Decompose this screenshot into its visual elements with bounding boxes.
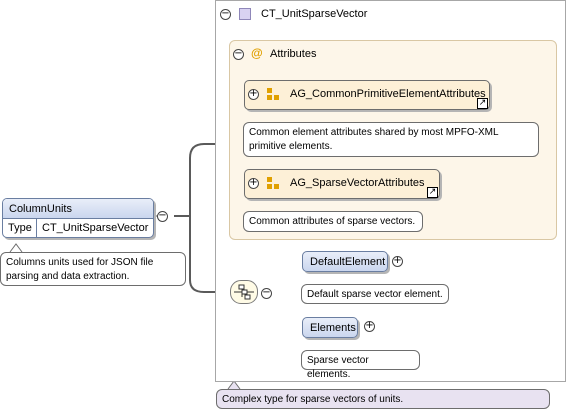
sequence-glyph — [234, 284, 254, 300]
root-element-columnunits[interactable]: ColumnUnits Type CT_UnitSparseVector — [2, 198, 154, 238]
link-arrow-icon[interactable]: ↗ — [427, 187, 438, 198]
attribute-group-name: AG_SparseVectorAttributes — [290, 177, 425, 189]
sequence-collapse-toggle[interactable]: − — [261, 288, 272, 299]
complex-type-documentation: Complex type for sparse vectors of units… — [216, 389, 550, 409]
attribute-group-documentation: Common attributes of sparse vectors. — [243, 211, 423, 232]
element-defaultelement[interactable]: DefaultElement — [302, 251, 388, 272]
element-expand-toggle[interactable]: + — [364, 321, 375, 332]
attribute-group-icon — [267, 177, 279, 189]
root-element-collapse-toggle[interactable]: − — [157, 211, 168, 222]
complex-type-name: CT_UnitSparseVector — [261, 8, 368, 20]
attributes-collapse-toggle[interactable]: − — [233, 49, 244, 60]
attributes-at-icon: @ — [251, 46, 263, 60]
element-documentation: Sparse vector elements. — [301, 350, 420, 380]
element-documentation: Default sparse vector element. — [301, 284, 449, 304]
sequence-compositor-icon[interactable] — [230, 280, 258, 304]
attributes-label: Attributes — [270, 48, 317, 60]
documentation-line: Common attributes of sparse vectors. — [249, 216, 416, 227]
complex-type-header: − CT_UnitSparseVector — [215, 4, 515, 24]
root-element-documentation: Columns units used for JSON file parsing… — [0, 252, 186, 286]
element-elements[interactable]: Elements — [302, 317, 358, 338]
attribute-group-common-primitive[interactable]: + AG_CommonPrimitiveElementAttributes ↗ — [244, 80, 490, 110]
complex-type-collapse-toggle[interactable]: − — [220, 9, 231, 20]
type-label: Type — [3, 219, 37, 237]
documentation-line: Common element attributes shared by most… — [249, 127, 499, 138]
attribute-group-name: AG_CommonPrimitiveElementAttributes — [290, 88, 486, 100]
link-arrow-icon[interactable]: ↗ — [477, 98, 488, 109]
attribute-group-sparse-vector[interactable]: + AG_SparseVectorAttributes ↗ — [244, 169, 440, 199]
documentation-line: parsing and data extraction. — [6, 271, 130, 282]
attribute-group-expand-toggle[interactable]: + — [248, 89, 259, 100]
element-expand-toggle[interactable]: + — [392, 256, 403, 267]
attribute-group-expand-toggle[interactable]: + — [248, 178, 259, 189]
documentation-line: primitive elements. — [249, 141, 333, 152]
attribute-group-documentation: Common element attributes shared by most… — [243, 122, 539, 157]
type-value: CT_UnitSparseVector — [42, 222, 149, 234]
documentation-line: Columns units used for JSON file — [6, 257, 154, 268]
complex-type-icon — [239, 8, 251, 20]
root-element-name: ColumnUnits — [3, 199, 153, 219]
attribute-group-icon — [267, 88, 279, 100]
